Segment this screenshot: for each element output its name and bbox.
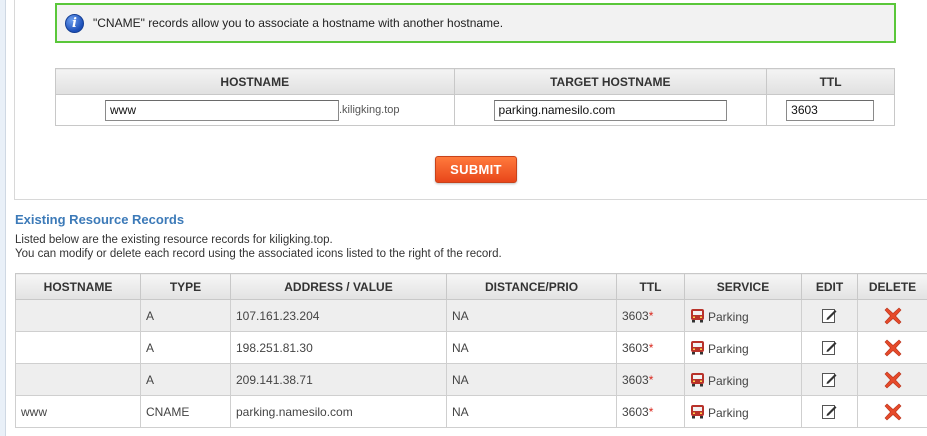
table-row: www CNAME parking.namesilo.com NA 3603* … (15, 395, 927, 428)
cell-delete (857, 395, 927, 428)
table-row: A 107.161.23.204 NA 3603* Parking (15, 299, 927, 332)
header-delete: DELETE (857, 273, 927, 300)
ttl-asterisk: * (648, 308, 654, 323)
pencil-edit-icon[interactable] (821, 307, 838, 324)
ttl-value: 3603 (622, 372, 649, 387)
cell-delete (857, 331, 927, 364)
cell-type: A (140, 331, 231, 364)
red-x-delete-icon[interactable] (884, 403, 902, 421)
left-strip (0, 0, 6, 436)
ttl-asterisk: * (648, 340, 654, 355)
cell-address: parking.namesilo.com (230, 395, 447, 428)
ttl-cell (766, 94, 895, 126)
hostname-input[interactable] (105, 99, 339, 121)
cell-delete (857, 363, 927, 396)
info-text: "CNAME" records allow you to associate a… (93, 16, 504, 30)
bus-icon (690, 308, 705, 323)
cell-edit (801, 299, 858, 332)
cell-type: A (140, 299, 231, 332)
red-x-delete-icon[interactable] (884, 371, 902, 389)
target-cell (453, 94, 768, 126)
cell-distance: NA (446, 299, 617, 332)
existing-records-title: Existing Resource Records (15, 212, 185, 227)
cell-edit (801, 363, 858, 396)
pencil-edit-icon[interactable] (821, 371, 838, 388)
bus-icon (690, 340, 705, 355)
cell-edit (801, 395, 858, 428)
red-x-delete-icon[interactable] (884, 307, 902, 325)
ttl-value: 3603 (622, 404, 649, 419)
cell-ttl: 3603* (616, 299, 685, 332)
existing-records-description: Listed below are the existing resource r… (15, 233, 502, 261)
info-icon: i (65, 13, 84, 33)
cell-service: Parking (684, 395, 802, 428)
red-x-delete-icon[interactable] (884, 339, 902, 357)
cell-type: CNAME (140, 395, 231, 428)
ttl-value: 3603 (622, 340, 649, 355)
header-ttl: TTL (616, 273, 685, 300)
bus-icon (690, 372, 705, 387)
cell-type: A (140, 363, 231, 396)
service-label: Parking (708, 405, 749, 420)
cell-distance: NA (446, 331, 617, 364)
cell-ttl: 3603* (616, 395, 685, 428)
header-service: SERVICE (684, 273, 802, 300)
hostname-suffix: .kiligking.top (339, 104, 400, 116)
hostname-cell: .kiligking.top (55, 94, 455, 126)
header-hostname: HOSTNAME (15, 273, 141, 300)
cell-hostname (15, 299, 141, 332)
cell-ttl: 3603* (616, 331, 685, 364)
cell-service: Parking (684, 363, 802, 396)
submit-button[interactable]: SUBMIT (435, 156, 517, 183)
cell-service: Parking (684, 299, 802, 332)
cname-form-table: HOSTNAME TARGET HOSTNAME TTL .kiligking.… (55, 68, 895, 126)
ttl-value: 3603 (622, 308, 649, 323)
col-hostname: HOSTNAME (55, 68, 455, 95)
cell-address: 198.251.81.30 (230, 331, 447, 364)
col-ttl: TTL (766, 68, 895, 95)
header-type: TYPE (140, 273, 231, 300)
info-notice: i "CNAME" records allow you to associate… (55, 3, 896, 43)
description-line-1: Listed below are the existing resource r… (15, 234, 333, 246)
col-target-hostname: TARGET HOSTNAME (453, 68, 768, 95)
header-distance: DISTANCE/PRIO (446, 273, 617, 300)
header-edit: EDIT (801, 273, 858, 300)
table-header-row: HOSTNAME TYPE ADDRESS / VALUE DISTANCE/P… (15, 273, 927, 300)
cell-service: Parking (684, 331, 802, 364)
cell-ttl: 3603* (616, 363, 685, 396)
cell-hostname: www (15, 395, 141, 428)
pencil-edit-icon[interactable] (821, 339, 838, 356)
cell-hostname (15, 331, 141, 364)
table-row: A 198.251.81.30 NA 3603* Parking (15, 331, 927, 364)
target-hostname-input[interactable] (493, 99, 727, 121)
cell-edit (801, 331, 858, 364)
header-address: ADDRESS / VALUE (230, 273, 447, 300)
service-label: Parking (708, 309, 749, 324)
bus-icon (690, 404, 705, 419)
cell-address: 107.161.23.204 (230, 299, 447, 332)
description-line-2: You can modify or delete each record usi… (15, 248, 502, 260)
cell-hostname (15, 363, 141, 396)
service-label: Parking (708, 373, 749, 388)
cell-distance: NA (446, 395, 617, 428)
cell-address: 209.141.38.71 (230, 363, 447, 396)
ttl-input[interactable] (786, 99, 875, 121)
ttl-asterisk: * (648, 404, 654, 419)
ttl-asterisk: * (648, 372, 654, 387)
resource-records-table: HOSTNAME TYPE ADDRESS / VALUE DISTANCE/P… (15, 273, 927, 428)
cell-distance: NA (446, 363, 617, 396)
pencil-edit-icon[interactable] (821, 403, 838, 420)
cell-delete (857, 299, 927, 332)
table-row: A 209.141.38.71 NA 3603* Parking (15, 363, 927, 396)
service-label: Parking (708, 341, 749, 356)
